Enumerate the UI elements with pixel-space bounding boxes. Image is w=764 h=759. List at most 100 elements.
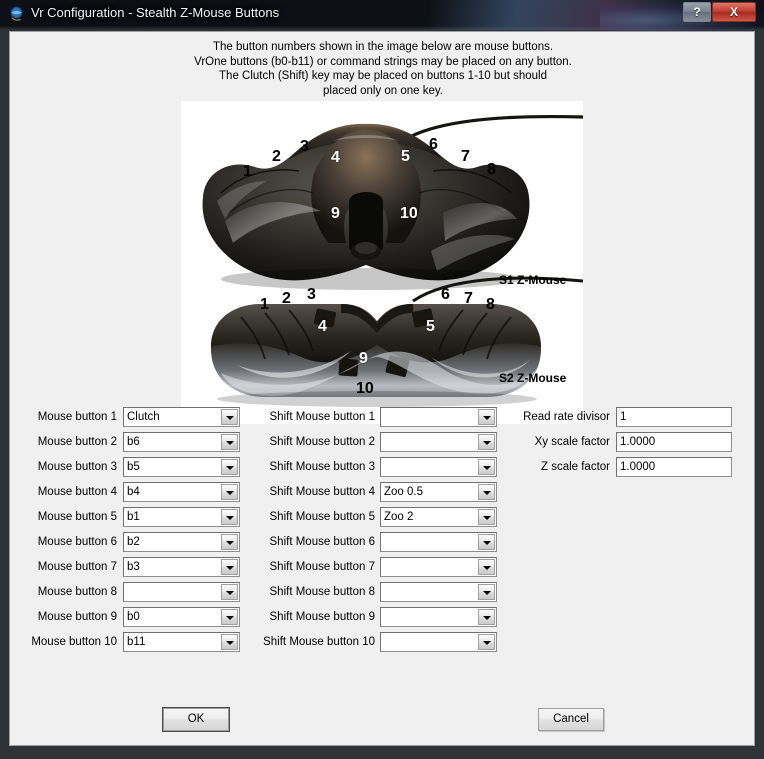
mouse-button-9-label: Mouse button 9 [37, 611, 117, 623]
shift-mouse-button-9-dropdown[interactable] [380, 607, 497, 627]
mouse-button-8-dropdown-value [127, 583, 222, 601]
chevron-down-icon[interactable] [478, 634, 495, 650]
dialog-client-area: The button numbers shown in the image be… [9, 31, 755, 746]
mouse-button-1-dropdown-value: Clutch [127, 411, 160, 423]
mouse-button-10-dropdown-value: b11 [127, 636, 146, 648]
shift-mouse-button-8-dropdown-value [384, 583, 479, 601]
setting-3-label: Z scale factor [540, 461, 610, 473]
shift-mouse-button-10-label: Shift Mouse button 10 [263, 636, 375, 648]
shift-mouse-button-9-dropdown-value [384, 608, 479, 626]
s1-button-number-10: 10 [400, 205, 418, 222]
s1-button-number-7: 7 [461, 148, 470, 165]
mouse-button-4-label: Mouse button 4 [37, 486, 117, 498]
help-button[interactable]: ? [683, 2, 711, 22]
mouse-button-6-label: Mouse button 6 [37, 536, 117, 548]
shift-mouse-button-2-label: Shift Mouse button 2 [269, 436, 375, 448]
mouse-button-10-dropdown[interactable]: b11 [123, 632, 240, 652]
setting-2-input[interactable]: 1.0000 [616, 432, 732, 452]
s1-button-number-1: 1 [243, 163, 252, 180]
setting-1-input[interactable]: 1 [616, 407, 732, 427]
shift-mouse-button-5-label: Shift Mouse button 5 [269, 511, 375, 523]
s2-button-number-1: 1 [260, 296, 269, 313]
mouse-button-4-dropdown-value: b4 [127, 486, 140, 498]
mouse-button-7-dropdown[interactable]: b3 [123, 557, 240, 577]
mouse-button-6-dropdown-value: b2 [127, 536, 140, 548]
mouse-button-1-dropdown[interactable]: Clutch [123, 407, 240, 427]
mouse-button-7-label: Mouse button 7 [37, 561, 117, 573]
ok-button[interactable]: OK [162, 707, 230, 732]
mouse-button-5-dropdown[interactable]: b1 [123, 507, 240, 527]
chevron-down-icon[interactable] [478, 609, 495, 625]
chevron-down-icon[interactable] [478, 584, 495, 600]
shift-mouse-button-10-dropdown-value [384, 633, 479, 651]
shift-mouse-button-3-label: Shift Mouse button 3 [269, 461, 375, 473]
instructions-text: The button numbers shown in the image be… [10, 40, 756, 98]
shift-mouse-button-6-dropdown-value [384, 533, 479, 551]
mouse-button-3-dropdown[interactable]: b5 [123, 457, 240, 477]
s2-button-number-5: 5 [426, 318, 435, 335]
mouse-button-2-dropdown[interactable]: b6 [123, 432, 240, 452]
mouse-button-3-dropdown-value: b5 [127, 461, 140, 473]
mouse-button-8-label: Mouse button 8 [37, 586, 117, 598]
shift-mouse-button-1-label: Shift Mouse button 1 [269, 411, 375, 423]
shift-mouse-button-2-dropdown-value [384, 433, 479, 451]
mouse-button-5-dropdown-value: b1 [127, 511, 140, 523]
shift-mouse-button-8-dropdown[interactable] [380, 582, 497, 602]
shift-mouse-button-3-dropdown[interactable] [380, 457, 497, 477]
window-title: Vr Configuration - Stealth Z-Mouse Butto… [31, 5, 280, 20]
shift-mouse-button-3-dropdown-value [384, 458, 479, 476]
s1-button-number-2: 2 [272, 148, 281, 165]
shift-mouse-button-10-dropdown[interactable] [380, 632, 497, 652]
s2-button-number-6: 6 [441, 286, 450, 303]
setting-1-label: Read rate divisor [523, 411, 610, 423]
s2-button-number-8: 8 [486, 296, 495, 313]
s1-button-number-3: 3 [300, 138, 309, 155]
shift-mouse-button-1-dropdown[interactable] [380, 407, 497, 427]
s1-button-number-6: 6 [429, 136, 438, 153]
shift-mouse-button-2-dropdown[interactable] [380, 432, 497, 452]
shift-mouse-button-5-dropdown[interactable]: Zoo 2 [380, 507, 497, 527]
instructions-line-2: VrOne buttons (b0-b11) or command string… [194, 55, 572, 68]
shift-mouse-button-6-dropdown[interactable] [380, 532, 497, 552]
chevron-down-icon[interactable] [478, 509, 495, 525]
title-bar[interactable]: Vr Configuration - Stealth Z-Mouse Butto… [0, 0, 764, 27]
instructions-line-4: placed only on one key. [323, 84, 443, 97]
application-window: Vr Configuration - Stealth Z-Mouse Butto… [0, 0, 764, 759]
mouse-button-1-label: Mouse button 1 [37, 411, 117, 423]
mouse-button-8-dropdown[interactable] [123, 582, 240, 602]
s2-button-number-7: 7 [464, 290, 473, 307]
mouse-button-9-dropdown[interactable]: b0 [123, 607, 240, 627]
mouse-diagram-panel: 1 2 3 4 5 6 7 8 9 10 1 2 3 4 5 6 7 8 9 10 S1 Z-Mouse S2 Z-M… [181, 101, 583, 424]
mouse-button-3-label: Mouse button 3 [37, 461, 117, 473]
shift-mouse-button-7-dropdown-value [384, 558, 479, 576]
s1-button-number-8: 8 [487, 161, 496, 178]
app-icon [10, 6, 23, 21]
s2-button-number-9: 9 [359, 350, 368, 367]
s2-button-number-4: 4 [318, 318, 327, 335]
shift-mouse-button-6-label: Shift Mouse button 6 [269, 536, 375, 548]
mouse-button-2-label: Mouse button 2 [37, 436, 117, 448]
s1-button-number-5: 5 [401, 148, 410, 165]
chevron-down-icon[interactable] [478, 559, 495, 575]
s1-button-number-4: 4 [331, 149, 340, 166]
shift-mouse-button-7-label: Shift Mouse button 7 [269, 561, 375, 573]
mouse-button-6-dropdown[interactable]: b2 [123, 532, 240, 552]
setting-2-value: 1.0000 [620, 436, 656, 448]
chevron-down-icon[interactable] [478, 484, 495, 500]
cancel-button[interactable]: Cancel [538, 708, 604, 731]
shift-mouse-button-1-dropdown-value [384, 408, 479, 426]
setting-3-value: 1.0000 [620, 461, 656, 473]
close-button[interactable]: X [712, 2, 756, 22]
mouse-button-10-label: Mouse button 10 [31, 636, 117, 648]
instructions-line-3: The Clutch (Shift) key may be placed on … [219, 70, 547, 82]
shift-mouse-button-7-dropdown[interactable] [380, 557, 497, 577]
s1-button-number-9: 9 [331, 205, 340, 222]
chevron-down-icon[interactable] [478, 534, 495, 550]
shift-mouse-button-4-dropdown[interactable]: Zoo 0.5 [380, 482, 497, 502]
shift-mouse-button-9-label: Shift Mouse button 9 [269, 611, 375, 623]
mouse-button-2-dropdown-value: b6 [127, 436, 140, 448]
setting-3-input[interactable]: 1.0000 [616, 457, 732, 477]
mouse-button-4-dropdown[interactable]: b4 [123, 482, 240, 502]
s2-button-number-10: 10 [356, 380, 374, 397]
mouse-button-5-label: Mouse button 5 [37, 511, 117, 523]
